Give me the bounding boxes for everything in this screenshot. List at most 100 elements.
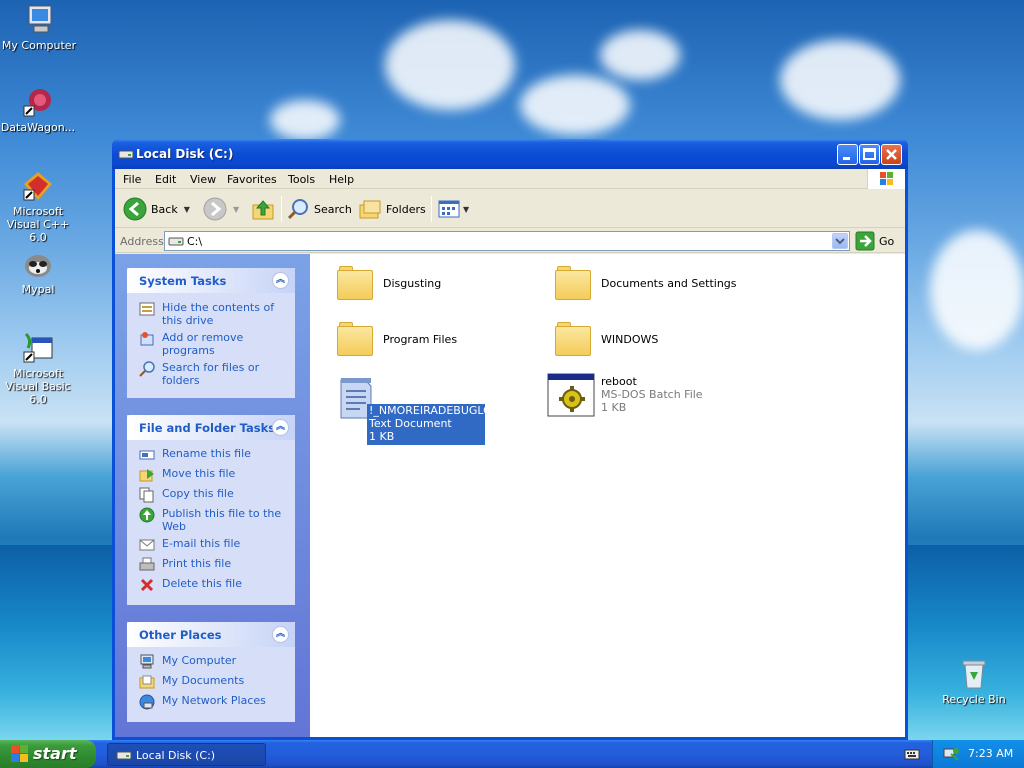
- file-selection-highlight: !_NMOREIRADEBUGLOG Text Document 1 KB: [367, 404, 501, 445]
- file-name: WINDOWS: [601, 333, 659, 346]
- computer-icon: [140, 654, 154, 669]
- desktop-icon-recycle-bin[interactable]: Recycle Bin: [934, 658, 1014, 706]
- documents-folder-icon: [139, 675, 155, 689]
- close-button[interactable]: [881, 144, 902, 165]
- task-print-file[interactable]: Print this file: [139, 557, 287, 573]
- file-name: Program Files: [383, 333, 458, 346]
- task-copy-file[interactable]: Copy this file: [139, 487, 287, 503]
- collapse-icon[interactable]: ︽: [272, 419, 289, 436]
- back-arrow-icon: [123, 197, 147, 221]
- window-client: File Edit View Favorites Tools Help Back…: [115, 169, 905, 737]
- back-button[interactable]: Back ▼: [123, 196, 190, 222]
- desktop-icon-visual-cpp[interactable]: Microsoft Visual C++ 6.0: [0, 170, 78, 244]
- folders-button[interactable]: Folders: [358, 196, 426, 222]
- menu-favorites[interactable]: Favorites: [227, 173, 277, 186]
- task-label: E-mail this file: [162, 537, 241, 550]
- desktop-icon-datawagon[interactable]: DataWagon...: [0, 86, 78, 134]
- recycle-bin-icon: [958, 658, 990, 690]
- keyboard-icon[interactable]: [904, 747, 920, 764]
- desktop-icon-label: Microsoft Visual C++ 6.0: [6, 205, 70, 244]
- system-tasks-panel: System Tasks ︽ Hide the contents of this…: [127, 268, 295, 398]
- forward-dropdown-icon[interactable]: ▼: [233, 205, 239, 214]
- folder-icon: [553, 264, 595, 306]
- maximize-icon: [863, 148, 876, 160]
- search-button[interactable]: Search: [286, 196, 352, 222]
- address-input[interactable]: C:\: [164, 231, 850, 251]
- system-tasks-header[interactable]: System Tasks ︽: [127, 268, 295, 293]
- go-button[interactable]: Go: [855, 231, 894, 251]
- views-button[interactable]: ▼: [437, 196, 469, 222]
- cloud: [600, 30, 680, 80]
- drive-icon: [116, 751, 132, 760]
- task-label: Move this file: [162, 467, 236, 480]
- cloud: [520, 75, 630, 135]
- desktop-icon-visual-basic[interactable]: Microsoft Visual Basic 6.0: [0, 332, 78, 406]
- clock[interactable]: 7:23 AM: [968, 747, 1013, 760]
- place-label: My Documents: [162, 674, 245, 687]
- add-remove-programs-icon: [140, 332, 154, 346]
- forward-button[interactable]: ▼: [203, 196, 239, 222]
- task-search-files[interactable]: Search for files or folders: [139, 361, 287, 387]
- windows-logo-icon: [11, 745, 28, 762]
- task-label: Search for files or folders: [162, 361, 260, 387]
- windows-logo-icon: [867, 169, 905, 189]
- other-places-panel: Other Places ︽ My Computer My Documents …: [127, 622, 295, 722]
- task-email-file[interactable]: E-mail this file: [139, 537, 287, 553]
- task-add-remove-programs[interactable]: Add or remove programs: [139, 331, 287, 357]
- file-item-disgusting[interactable]: Disgusting: [335, 264, 535, 308]
- place-my-computer[interactable]: My Computer: [139, 654, 287, 670]
- up-folder-button[interactable]: [251, 196, 275, 222]
- task-hide-drive-contents[interactable]: Hide the contents of this drive: [139, 301, 287, 327]
- menu-file[interactable]: File: [123, 173, 141, 186]
- cloud: [385, 20, 515, 110]
- place-my-documents[interactable]: My Documents: [139, 674, 287, 690]
- task-publish-web[interactable]: Publish this file to the Web: [139, 507, 287, 533]
- other-places-title: Other Places: [139, 628, 222, 642]
- file-folder-tasks-header[interactable]: File and Folder Tasks ︽: [127, 415, 295, 440]
- start-button[interactable]: start: [0, 740, 96, 768]
- task-move-file[interactable]: Move this file: [139, 467, 287, 483]
- file-item-reboot[interactable]: reboot MS-DOS Batch File 1 KB: [547, 372, 747, 422]
- menu-tools[interactable]: Tools: [288, 173, 315, 186]
- menu-view[interactable]: View: [190, 173, 216, 186]
- file-folder-tasks-panel: File and Folder Tasks ︽ Rename this file…: [127, 415, 295, 605]
- address-value: C:\: [187, 235, 203, 248]
- toolbar-separator: [281, 196, 282, 222]
- file-item-program-files[interactable]: Program Files: [335, 320, 535, 364]
- file-item-documents-and-settings[interactable]: Documents and Settings: [553, 264, 773, 308]
- task-label: Copy this file: [162, 487, 234, 500]
- desktop-icon-my-computer[interactable]: My Computer: [0, 4, 79, 52]
- desktop-icon-mypal[interactable]: Mypal: [0, 248, 78, 296]
- title-bar[interactable]: Local Disk (C:): [112, 139, 908, 169]
- menu-bar: File Edit View Favorites Tools Help: [115, 169, 905, 189]
- task-rename-file[interactable]: Rename this file: [139, 447, 287, 463]
- other-places-header[interactable]: Other Places ︽: [127, 622, 295, 647]
- file-size: 1 KB: [369, 430, 395, 443]
- collapse-icon[interactable]: ︽: [272, 272, 289, 289]
- drive-icon: [118, 147, 134, 161]
- task-label: Add or remove programs: [162, 331, 244, 357]
- back-dropdown-icon[interactable]: ▼: [184, 205, 190, 214]
- file-folder-tasks-title: File and Folder Tasks: [139, 421, 276, 435]
- globe-icon: [139, 507, 155, 523]
- collapse-icon[interactable]: ︽: [272, 626, 289, 643]
- address-dropdown-button[interactable]: [832, 233, 848, 249]
- taskbar-item-local-disk[interactable]: Local Disk (C:): [107, 743, 266, 766]
- task-delete-file[interactable]: Delete this file: [139, 577, 287, 593]
- folder-icon: [335, 264, 377, 306]
- computer-icon: [23, 4, 55, 36]
- minimize-button[interactable]: [837, 144, 858, 165]
- network-status-icon[interactable]: [943, 746, 959, 765]
- place-my-network-places[interactable]: My Network Places: [139, 694, 287, 710]
- minimize-icon: [843, 157, 850, 160]
- menu-help[interactable]: Help: [329, 173, 354, 186]
- file-name: !_NMOREIRADEBUGLOG: [369, 404, 501, 417]
- menu-edit[interactable]: Edit: [155, 173, 176, 186]
- delete-icon: [140, 578, 154, 592]
- file-name: reboot: [601, 375, 637, 388]
- file-type: Text Document: [369, 417, 452, 430]
- file-size: 1 KB: [601, 401, 627, 414]
- file-item-windows[interactable]: WINDOWS: [553, 320, 753, 364]
- maximize-button[interactable]: [859, 144, 880, 165]
- toolbar: Back ▼ ▼ Search Folders ▼: [115, 190, 905, 228]
